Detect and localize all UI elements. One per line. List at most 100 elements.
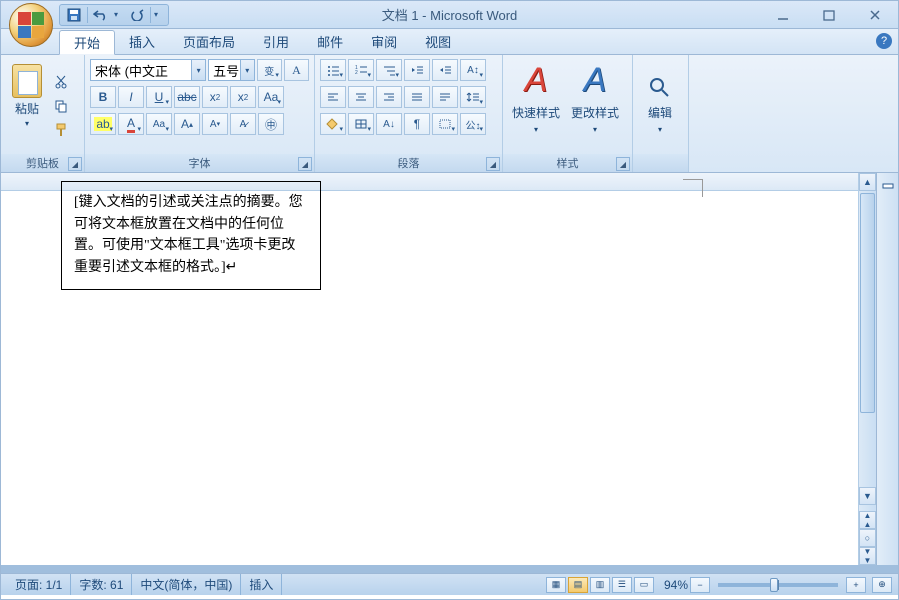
font-color-button[interactable]: A	[118, 113, 144, 135]
tab-view[interactable]: 视图	[411, 29, 465, 54]
scroll-up-button[interactable]: ▲	[859, 173, 876, 191]
superscript-button[interactable]: x2	[230, 86, 256, 108]
find-icon	[648, 76, 672, 100]
change-case-button[interactable]: Aa	[258, 86, 284, 108]
document-area: [键入文档的引述或关注点的摘要。您可将文本框放置在文档中的任何位置。可使用"文本…	[1, 173, 898, 565]
tab-references[interactable]: 引用	[249, 29, 303, 54]
office-button[interactable]	[9, 3, 53, 47]
quick-styles-button[interactable]: A 快速样式▾	[508, 58, 564, 134]
tab-review[interactable]: 审阅	[357, 29, 411, 54]
zoom-level[interactable]: 94%	[664, 578, 688, 592]
page-view[interactable]: [键入文档的引述或关注点的摘要。您可将文本框放置在文档中的任何位置。可使用"文本…	[1, 173, 858, 565]
view-print-layout[interactable]: ▦	[546, 577, 566, 593]
maximize-button[interactable]	[806, 1, 852, 28]
clipboard-dialog-launcher[interactable]: ◢	[68, 157, 82, 171]
minimize-button[interactable]	[760, 1, 806, 28]
prev-page-button[interactable]: ▲▲	[859, 511, 876, 529]
align-left-button[interactable]	[320, 86, 346, 108]
decrease-indent-button[interactable]	[404, 59, 430, 81]
zoom-slider[interactable]	[718, 583, 838, 587]
bold-button[interactable]: B	[90, 86, 116, 108]
grow-font-button[interactable]: A▴	[174, 113, 200, 135]
view-full-reading[interactable]: ▤	[568, 577, 588, 593]
quick-access-toolbar: ▾ ▾	[59, 4, 169, 26]
vertical-scrollbar[interactable]: ▲ ▼ ▲▲ ○ ▼▼	[858, 173, 876, 565]
redo-button[interactable]	[127, 6, 147, 24]
text-direction-button[interactable]: A↕	[460, 59, 486, 81]
editing-button[interactable]: 编辑▾	[638, 58, 682, 134]
font-size-combo[interactable]: 五号▾	[208, 59, 255, 81]
window-controls	[760, 1, 898, 28]
font-name-combo[interactable]: 宋体 (中文正▾	[90, 59, 206, 81]
styles-dialog-launcher[interactable]: ◢	[616, 157, 630, 171]
strikethrough-button[interactable]: abc	[174, 86, 200, 108]
tab-page-layout[interactable]: 页面布局	[169, 29, 249, 54]
scroll-track[interactable]	[859, 191, 876, 487]
highlight-button[interactable]: ab	[90, 113, 116, 135]
tab-home[interactable]: 开始	[59, 30, 115, 55]
paragraph-dialog-launcher[interactable]: ◢	[486, 157, 500, 171]
view-draft[interactable]: ▭	[634, 577, 654, 593]
format-painter-button[interactable]	[51, 121, 71, 139]
bullets-button[interactable]	[320, 59, 346, 81]
shading-button[interactable]	[320, 113, 346, 135]
increase-indent-button[interactable]	[432, 59, 458, 81]
tab-insert[interactable]: 插入	[115, 29, 169, 54]
zoom-out-button[interactable]: −	[690, 577, 710, 593]
next-page-button[interactable]: ▼▼	[859, 547, 876, 565]
shrink-font-button[interactable]: A▾	[202, 113, 228, 135]
borders-button[interactable]	[348, 113, 374, 135]
align-right-button[interactable]	[376, 86, 402, 108]
view-web-layout[interactable]: ▥	[590, 577, 610, 593]
group-editing: 编辑▾	[633, 55, 689, 172]
char-scale-button[interactable]: Aa	[146, 113, 172, 135]
clear-format-button[interactable]: A̷	[230, 113, 256, 135]
close-button[interactable]	[852, 1, 898, 28]
cut-button[interactable]	[51, 73, 71, 91]
subscript-button[interactable]: x2	[202, 86, 228, 108]
font-dialog-launcher[interactable]: ◢	[298, 157, 312, 171]
qat-customize-dropdown[interactable]: ▾	[154, 10, 164, 19]
window-title: 文档 1 - Microsoft Word	[382, 5, 518, 24]
ruler-toggle[interactable]	[879, 177, 897, 195]
phonetic-button[interactable]: 变	[257, 59, 282, 81]
sort-button[interactable]: A↓	[376, 113, 402, 135]
undo-dropdown[interactable]: ▾	[114, 10, 124, 19]
group-clipboard: 粘贴 ▾ 剪贴板◢	[1, 55, 85, 172]
zoom-fit-button[interactable]: ⊕	[872, 577, 892, 593]
view-outline[interactable]: ☰	[612, 577, 632, 593]
copy-button[interactable]	[51, 97, 71, 115]
tab-mailings[interactable]: 邮件	[303, 29, 357, 54]
status-page[interactable]: 页面: 1/1	[7, 574, 71, 595]
scroll-thumb[interactable]	[860, 193, 875, 413]
status-language[interactable]: 中文(简体，中国)	[132, 574, 241, 595]
zoom-slider-thumb[interactable]	[770, 578, 778, 592]
asian-layout-button[interactable]: 公↕	[460, 113, 486, 135]
justify-button[interactable]	[404, 86, 430, 108]
paste-button[interactable]: 粘贴 ▾	[6, 58, 48, 134]
snap-grid-button[interactable]	[432, 113, 458, 135]
zoom-in-button[interactable]: +	[846, 577, 866, 593]
numbering-button[interactable]: 12	[348, 59, 374, 81]
char-border-button[interactable]: A	[284, 59, 309, 81]
underline-button[interactable]: U	[146, 86, 172, 108]
distribute-button[interactable]	[432, 86, 458, 108]
save-button[interactable]	[64, 6, 84, 24]
title-bar: ▾ ▾ 文档 1 - Microsoft Word	[1, 1, 898, 29]
help-button[interactable]: ?	[876, 33, 892, 49]
undo-button[interactable]	[91, 6, 111, 24]
status-bar: 页面: 1/1 字数: 61 中文(简体，中国) 插入 ▦ ▤ ▥ ☰ ▭ 94…	[1, 573, 898, 595]
show-marks-button[interactable]: ¶	[404, 113, 430, 135]
enclose-char-button[interactable]: ㊥	[258, 113, 284, 135]
document-textbox[interactable]: [键入文档的引述或关注点的摘要。您可将文本框放置在文档中的任何位置。可使用"文本…	[61, 181, 321, 290]
status-insert-mode[interactable]: 插入	[241, 574, 282, 595]
align-center-button[interactable]	[348, 86, 374, 108]
italic-button[interactable]: I	[118, 86, 144, 108]
multilevel-list-button[interactable]	[376, 59, 402, 81]
status-word-count[interactable]: 字数: 61	[71, 574, 132, 595]
group-label-editing	[633, 154, 688, 172]
change-styles-button[interactable]: A 更改样式▾	[567, 58, 623, 134]
scroll-down-button[interactable]: ▼	[859, 487, 876, 505]
browse-object-button[interactable]: ○	[859, 529, 876, 547]
line-spacing-button[interactable]	[460, 86, 486, 108]
